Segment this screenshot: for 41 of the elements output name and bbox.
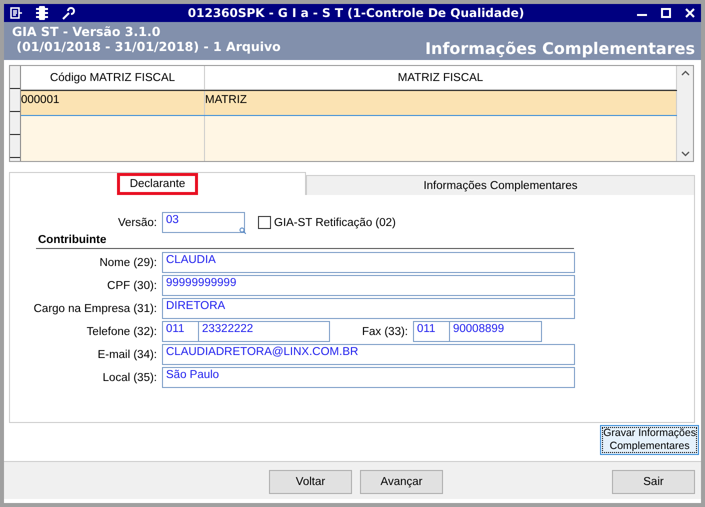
field-label: Fax (33):	[360, 326, 409, 338]
maximize-icon[interactable]	[661, 8, 671, 18]
scroll-up-icon[interactable]	[680, 70, 690, 76]
field-label: Versão:	[117, 216, 158, 228]
input-field[interactable]: 90008899	[450, 321, 542, 342]
scroll-down-icon[interactable]	[680, 151, 690, 157]
input-field[interactable]: DIRETORA	[162, 298, 575, 319]
field-label: CPF (30):	[106, 280, 158, 292]
menu-icon[interactable]	[10, 7, 22, 19]
wrench-icon[interactable]	[62, 6, 75, 20]
header-period: (01/01/2018 - 31/01/2018) - 1 Arquivo	[15, 39, 281, 54]
input-field[interactable]: 03	[162, 212, 245, 233]
back-button[interactable]: Voltar	[269, 470, 352, 494]
traffic-light-icon[interactable]	[36, 6, 48, 20]
field-label: Nome (29):	[98, 256, 158, 268]
table-cell[interactable]: 000001	[21, 91, 205, 115]
input-field[interactable]: 23322222	[199, 321, 330, 342]
input-field[interactable]: 011	[162, 321, 199, 342]
field-label: Local (35):	[102, 372, 158, 384]
next-button[interactable]: Avançar	[360, 470, 443, 494]
tab[interactable]: Declarante	[9, 172, 306, 195]
header-title: GIA ST - Versão 3.1.0	[12, 24, 162, 39]
input-field[interactable]: São Paulo	[162, 367, 575, 388]
input-field[interactable]: 011	[413, 321, 450, 342]
scrollbar[interactable]	[677, 66, 693, 161]
section-title: Informações Complementares	[425, 39, 695, 60]
input-field[interactable]: CLAUDIA	[162, 252, 575, 273]
exit-button[interactable]: Sair	[612, 470, 695, 494]
field-label: Telefone (32):	[86, 326, 158, 338]
input-field[interactable]: 99999999999	[162, 275, 575, 296]
close-icon[interactable]	[685, 8, 695, 18]
field-label: Cargo na Empresa (31):	[32, 302, 158, 314]
checkbox[interactable]	[258, 216, 271, 229]
section-heading: Contribuinte	[37, 234, 106, 246]
save-button[interactable]: Gravar Informações Complementares	[600, 425, 699, 455]
input-field[interactable]: CLAUDIADRETORA@LINX.COM.BR	[162, 344, 575, 365]
field-label: E-mail (34):	[96, 348, 158, 360]
checkbox-label: GIA-ST Retificação (02)	[274, 216, 396, 228]
search-icon[interactable]	[239, 227, 246, 234]
window-title: 012360SPK - G I a - S T (1-Controle De Qualidade)	[186, 6, 526, 20]
tab[interactable]: Informações Complementares	[306, 175, 695, 195]
